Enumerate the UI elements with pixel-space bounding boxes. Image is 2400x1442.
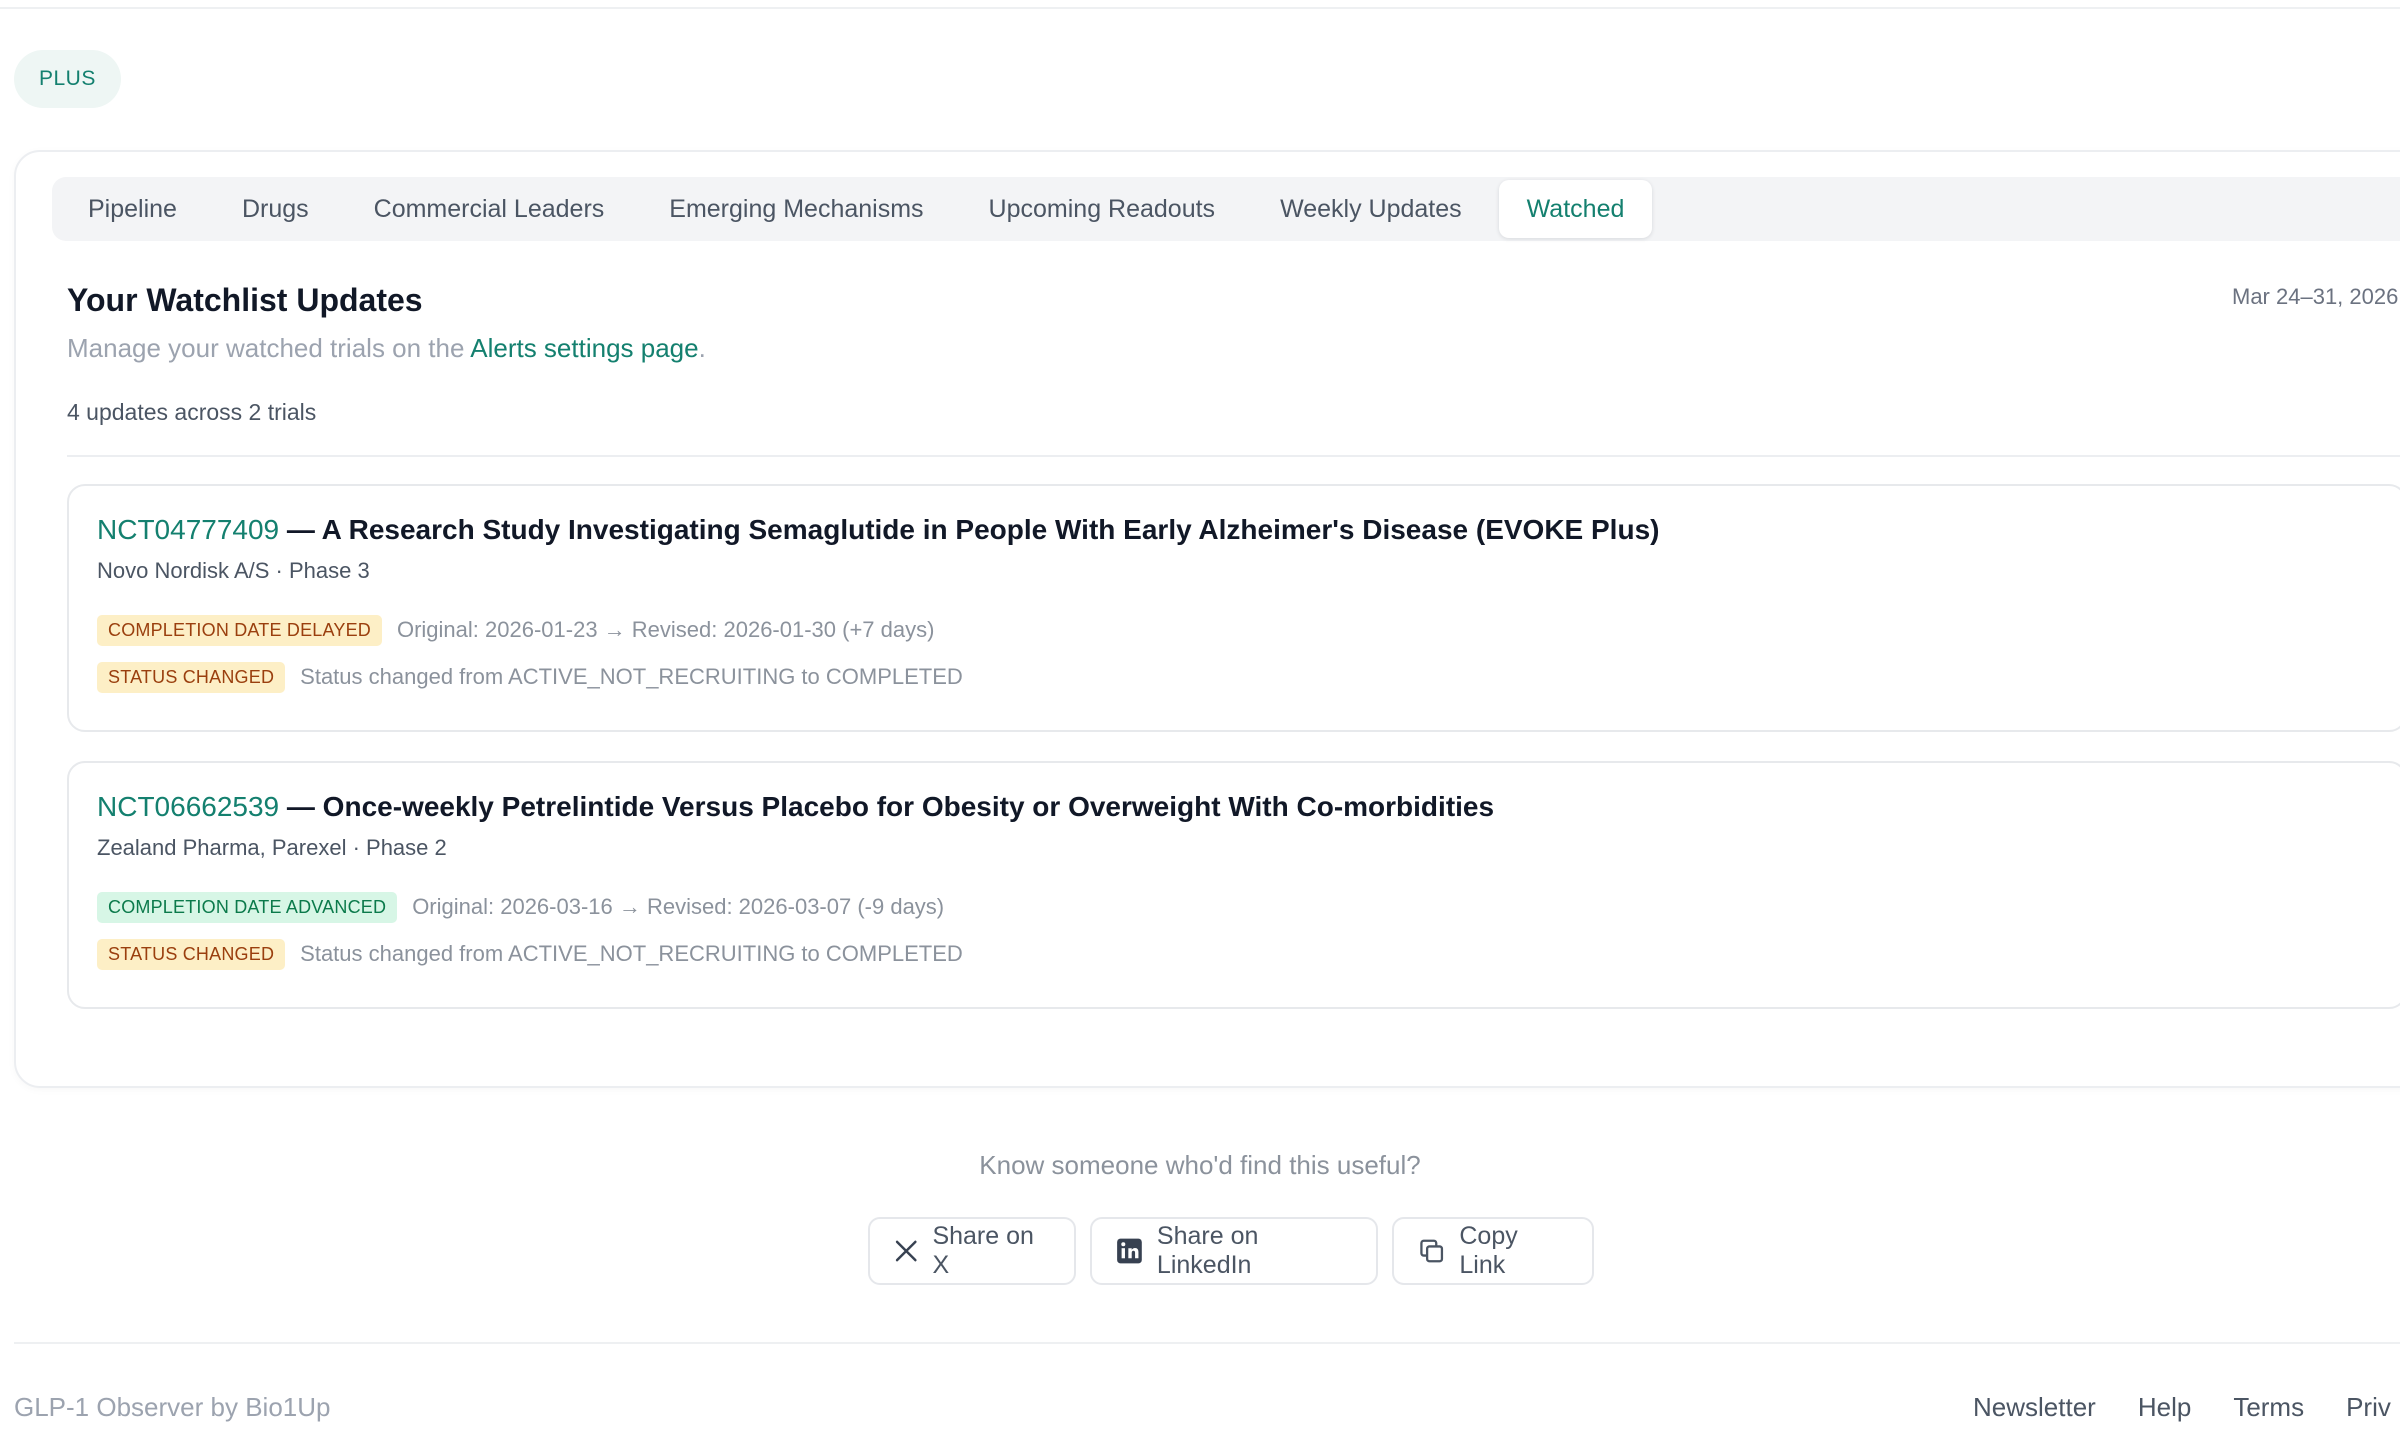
share-prompt: Know someone who'd find this useful? <box>979 1150 1421 1180</box>
change-tag: STATUS CHANGED <box>97 938 286 970</box>
plan-badge: PLUS <box>14 50 121 108</box>
footer-link-terms[interactable]: Terms <box>2233 1392 2304 1423</box>
footer-links: Newsletter Help Terms Priv <box>1973 1392 2400 1423</box>
footer-link-newsletter[interactable]: Newsletter <box>1973 1392 2096 1423</box>
tab-pipeline[interactable]: Pipeline <box>60 180 205 238</box>
copy-icon <box>1420 1239 1444 1263</box>
trial-heading: NCT04777409 — A Research Study Investiga… <box>97 514 1659 546</box>
manage-prefix: Manage your watched trials on the <box>67 333 471 363</box>
linkedin-icon <box>1117 1238 1142 1264</box>
trial-sponsor-phase: Zealand Pharma, Parexel · Phase 2 <box>97 835 447 860</box>
trial-heading: NCT06662539 — Once-weekly Petrelintide V… <box>97 791 1494 823</box>
section-divider <box>67 455 2400 457</box>
change-tag: STATUS CHANGED <box>97 661 286 693</box>
trial-card: NCT04777409 — A Research Study Investiga… <box>67 484 2400 732</box>
change-row: COMPLETION DATE ADVANCED Original: 2026-… <box>97 891 944 923</box>
trial-id-link[interactable]: NCT04777409 <box>97 514 279 545</box>
trial-sponsor-phase: Novo Nordisk A/S · Phase 3 <box>97 558 370 583</box>
trial-card: NCT06662539 — Once-weekly Petrelintide V… <box>67 761 2400 1009</box>
change-row: COMPLETION DATE DELAYED Original: 2026-0… <box>97 614 934 646</box>
tab-upcoming-readouts[interactable]: Upcoming Readouts <box>961 180 1244 238</box>
change-tag: COMPLETION DATE ADVANCED <box>97 891 398 923</box>
copy-link-label: Copy Link <box>1459 1222 1518 1279</box>
footer-divider <box>14 1342 2400 1344</box>
share-on-linkedin-button[interactable]: Share on LinkedIn <box>1090 1217 1378 1285</box>
date-range: Mar 24–31, 2026 <box>2232 284 2399 309</box>
footer-link-help[interactable]: Help <box>2138 1392 2191 1423</box>
change-tag: COMPLETION DATE DELAYED <box>97 614 382 646</box>
share-on-x-label: Share on X <box>932 1222 1034 1279</box>
footer-link-privacy[interactable]: Priv <box>2346 1392 2391 1423</box>
change-text: Status changed from ACTIVE_NOT_RECRUITIN… <box>300 941 963 966</box>
tab-commercial-leaders[interactable]: Commercial Leaders <box>346 180 633 238</box>
dashboard-panel: Pipeline Drugs Commercial Leaders Emergi… <box>14 150 2400 1088</box>
copy-link-button[interactable]: Copy Link <box>1392 1217 1594 1285</box>
trial-id-link[interactable]: NCT06662539 <box>97 791 279 822</box>
tab-bar: Pipeline Drugs Commercial Leaders Emergi… <box>52 177 2400 241</box>
section-title: Your Watchlist Updates <box>67 282 423 318</box>
change-text: Original: 2026-03-16 → Revised: 2026-03-… <box>412 894 945 919</box>
change-row: STATUS CHANGED Status changed from ACTIV… <box>97 938 963 970</box>
tab-watched[interactable]: Watched <box>1498 180 1653 238</box>
updates-summary: 4 updates across 2 trials <box>67 399 317 425</box>
change-text: Original: 2026-01-23 → Revised: 2026-01-… <box>396 617 935 642</box>
tab-drugs[interactable]: Drugs <box>214 180 337 238</box>
share-on-linkedin-label: Share on LinkedIn <box>1156 1222 1259 1279</box>
change-row: STATUS CHANGED Status changed from ACTIV… <box>97 661 963 693</box>
tab-weekly-updates[interactable]: Weekly Updates <box>1252 180 1490 238</box>
trial-title: — A Research Study Investigating Semaglu… <box>279 514 1660 545</box>
trial-title: — Once-weekly Petrelintide Versus Placeb… <box>279 791 1495 822</box>
footer-brand: GLP-1 Observer by Bio1Up <box>14 1392 331 1422</box>
alerts-settings-link[interactable]: Alerts settings page <box>470 333 698 363</box>
change-text: Status changed from ACTIVE_NOT_RECRUITIN… <box>300 664 963 689</box>
manage-suffix: . <box>698 333 706 363</box>
top-divider <box>0 7 2400 9</box>
share-on-x-button[interactable]: Share on X <box>868 1217 1076 1285</box>
manage-text: Manage your watched trials on the Alerts… <box>67 333 706 364</box>
x-logo-icon <box>895 1240 917 1262</box>
tab-emerging-mechanisms[interactable]: Emerging Mechanisms <box>641 180 951 238</box>
